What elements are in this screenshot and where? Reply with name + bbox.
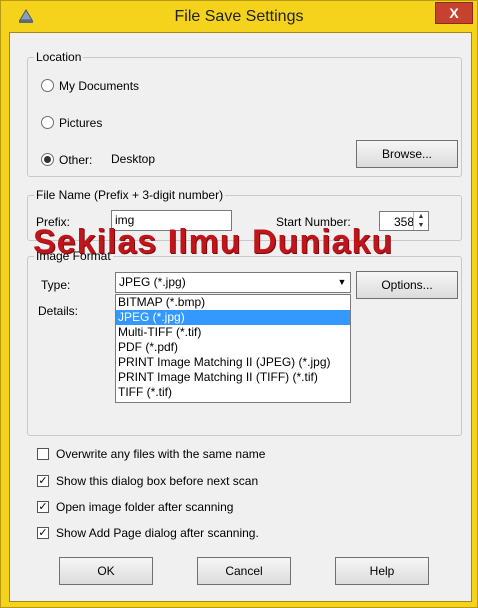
radio-pictures[interactable] — [41, 116, 54, 129]
browse-button[interactable]: Browse... — [356, 140, 458, 168]
watermark-text: Sekilas Ilmu Duniaku — [33, 223, 394, 261]
type-select[interactable]: JPEG (*.jpg) ▼ — [115, 272, 351, 293]
format-option-jpeg[interactable]: JPEG (*.jpg) — [116, 310, 350, 325]
checkbox-add-page[interactable]: ✓ — [37, 527, 49, 539]
radio-other[interactable] — [41, 153, 54, 166]
type-label: Type: — [41, 278, 71, 292]
location-legend: Location — [34, 50, 84, 64]
ok-button[interactable]: OK — [59, 557, 153, 585]
radio-pictures-label[interactable]: Pictures — [59, 116, 102, 130]
help-button[interactable]: Help — [335, 557, 429, 585]
checkbox-show-dialog-label[interactable]: Show this dialog box before next scan — [56, 474, 258, 488]
other-folder-value: Desktop — [111, 152, 156, 166]
format-option-bitmap[interactable]: BITMAP (*.bmp) — [116, 295, 350, 310]
spinner-arrows[interactable]: ▲ ▼ — [413, 212, 428, 230]
cancel-button[interactable]: Cancel — [197, 557, 291, 585]
file-name-legend: File Name (Prefix + 3-digit number) — [34, 188, 226, 202]
format-option-pim-tiff[interactable]: PRINT Image Matching II (TIFF) (*.tif) — [116, 370, 350, 385]
format-option-multi-tiff[interactable]: Multi-TIFF (*.tif) — [116, 325, 350, 340]
radio-other-label[interactable]: Other: — [59, 153, 92, 167]
format-dropdown-list[interactable]: BITMAP (*.bmp) JPEG (*.jpg) Multi-TIFF (… — [115, 294, 351, 403]
format-option-pim-jpeg[interactable]: PRINT Image Matching II (JPEG) (*.jpg) — [116, 355, 350, 370]
checkbox-add-page-label[interactable]: Show Add Page dialog after scanning. — [56, 526, 259, 540]
checkbox-overwrite-label[interactable]: Overwrite any files with the same name — [56, 447, 265, 461]
spinner-down-icon[interactable]: ▼ — [414, 221, 428, 230]
title-bar[interactable]: File Save Settings X — [1, 1, 477, 31]
format-option-pdf[interactable]: PDF (*.pdf) — [116, 340, 350, 355]
close-button[interactable]: X — [435, 2, 473, 24]
checkbox-open-folder-label[interactable]: Open image folder after scanning — [56, 500, 233, 514]
checkbox-show-dialog[interactable]: ✓ — [37, 475, 49, 487]
radio-my-documents[interactable] — [41, 79, 54, 92]
spinner-up-icon[interactable]: ▲ — [414, 212, 428, 221]
chevron-down-icon[interactable]: ▼ — [334, 273, 350, 292]
format-option-tiff[interactable]: TIFF (*.tif) — [116, 385, 350, 400]
details-label: Details: — [38, 304, 79, 318]
options-button[interactable]: Options... — [356, 271, 458, 299]
window-title: File Save Settings — [174, 8, 304, 25]
start-number-value: 358 — [394, 215, 415, 229]
radio-my-documents-label[interactable]: My Documents — [59, 79, 139, 93]
dialog-body: Location My Documents Pictures Other: De… — [9, 32, 472, 602]
checkbox-overwrite[interactable] — [37, 448, 49, 460]
file-save-settings-window: File Save Settings X Location My Documen… — [0, 0, 478, 608]
type-select-value: JPEG (*.jpg) — [119, 275, 186, 289]
checkbox-open-folder[interactable]: ✓ — [37, 501, 49, 513]
